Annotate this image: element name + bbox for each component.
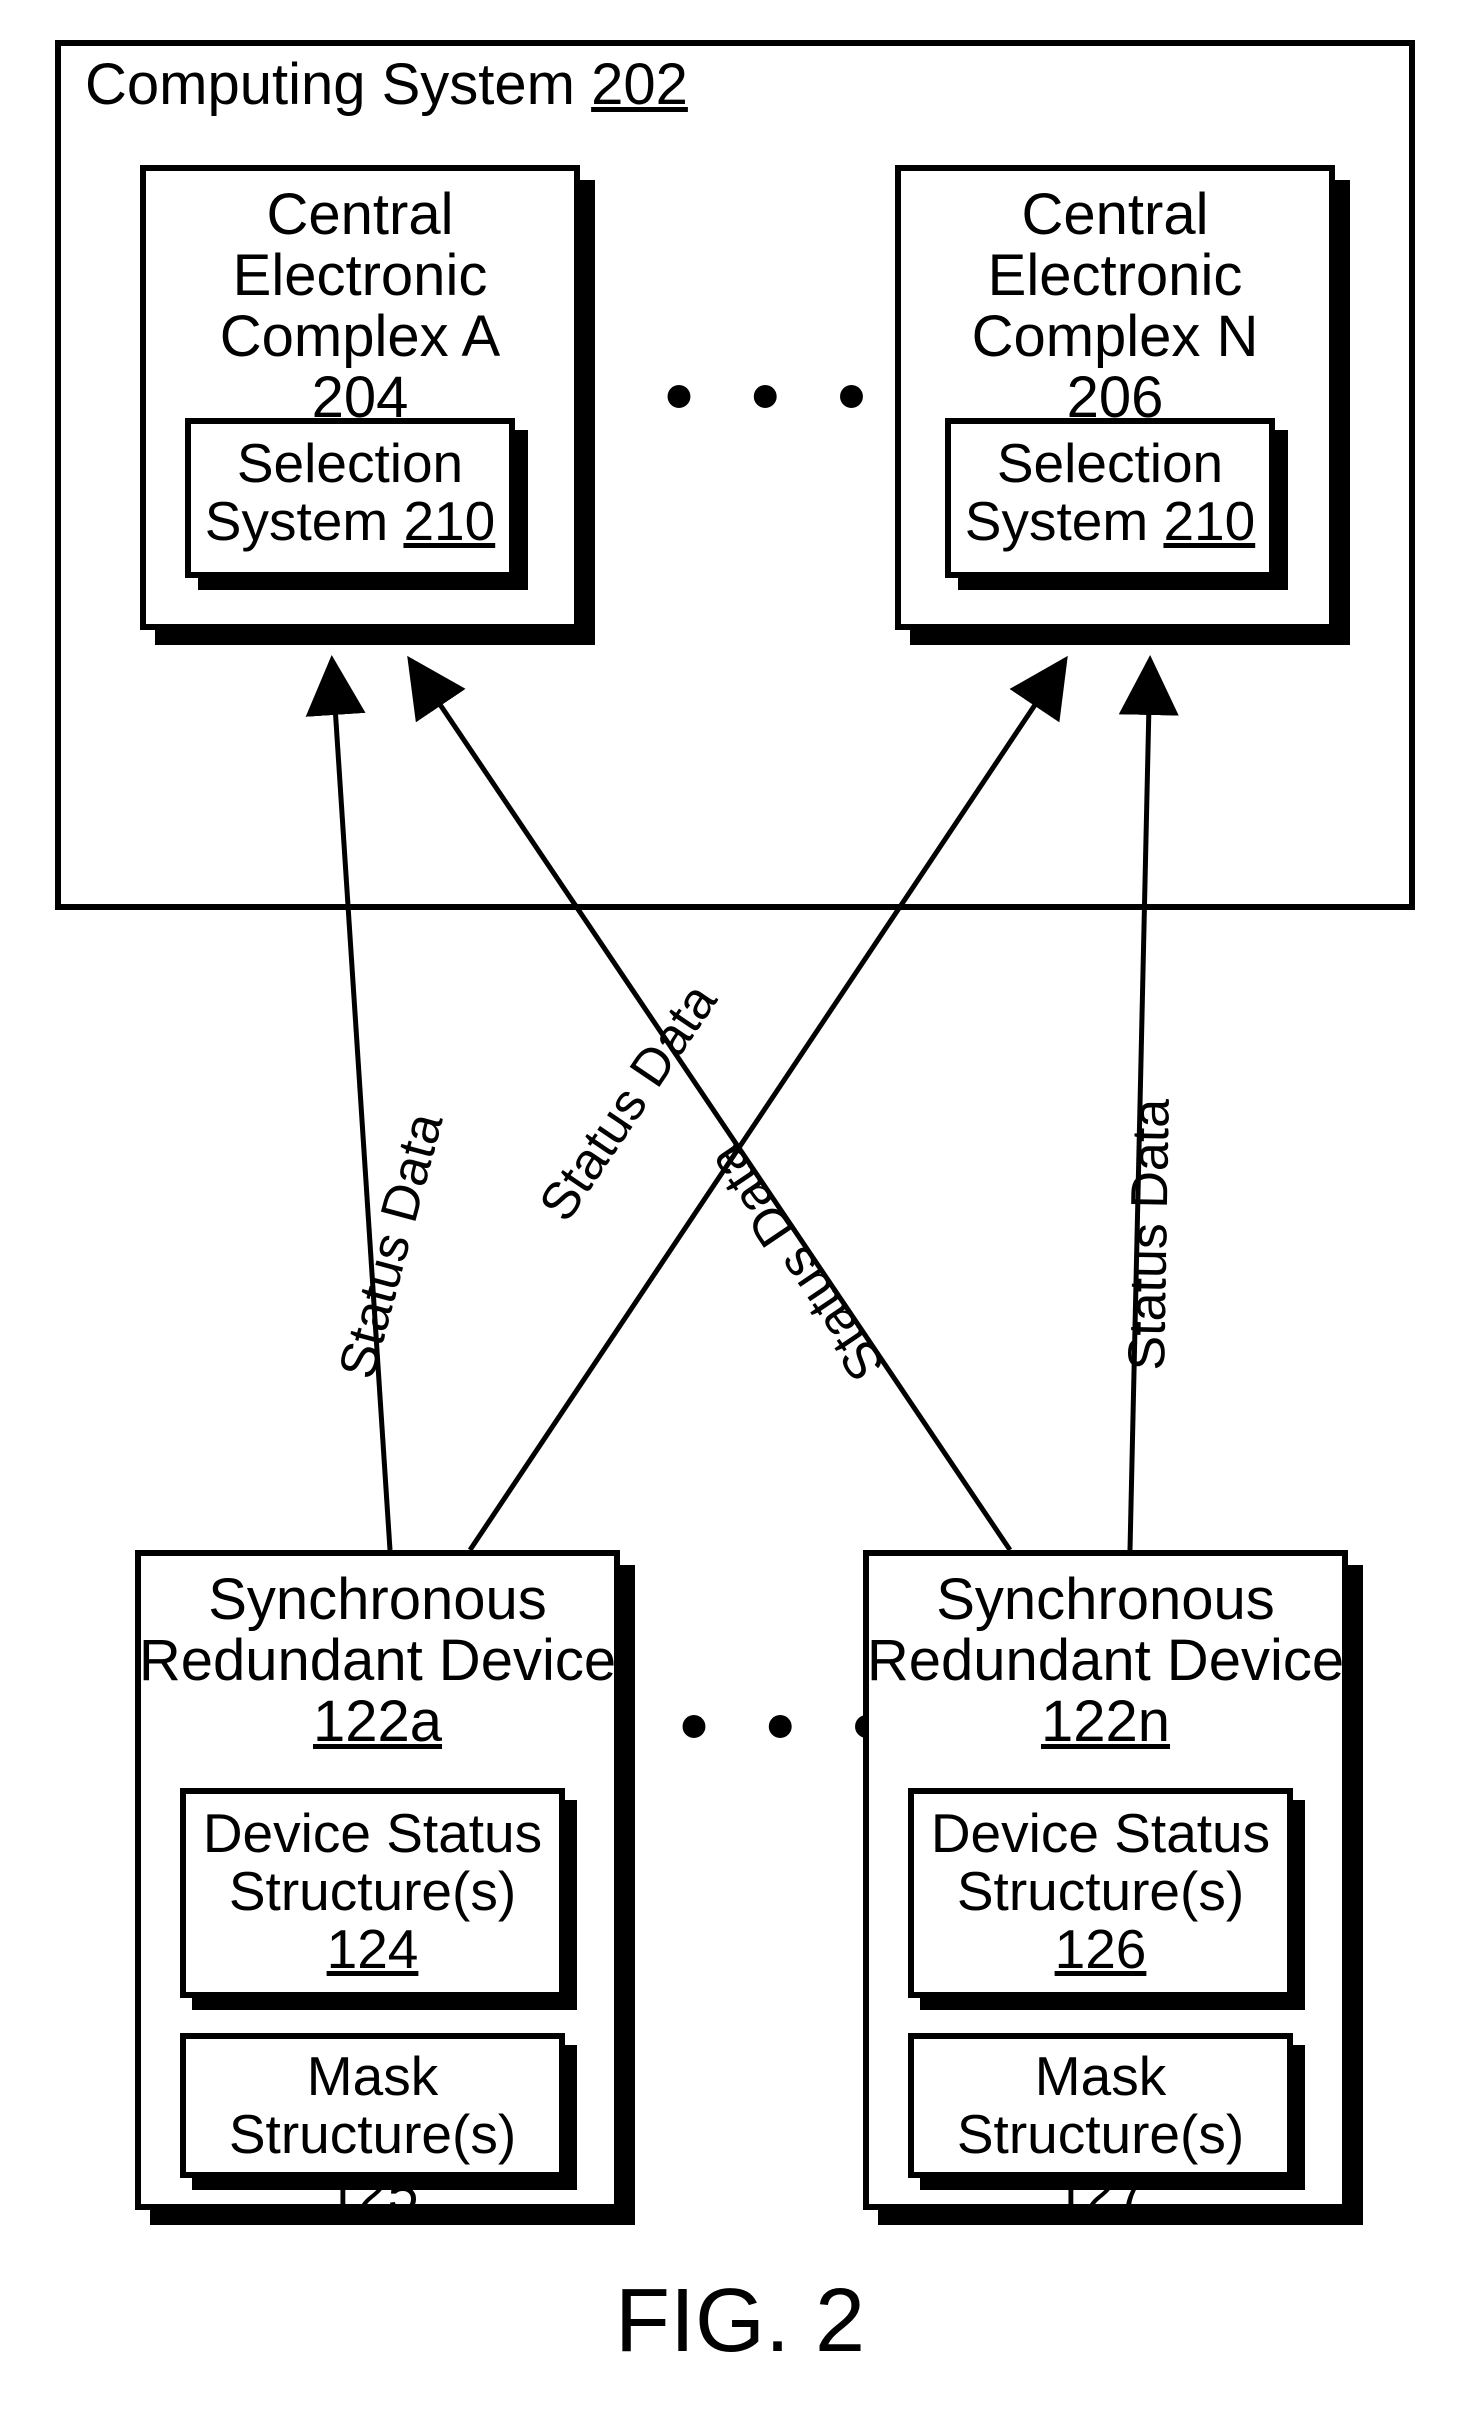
srd-n-line2: Redundant Device (867, 1628, 1344, 1693)
selection-n-line1: Selection (997, 432, 1223, 494)
srd-n-line1: Synchronous (936, 1567, 1275, 1632)
cec-a-label: Central Electronic Complex A 204 (140, 185, 580, 429)
srd-n-ref: 122n (1041, 1689, 1170, 1754)
status-label-2: Status Data (530, 975, 727, 1231)
selection-a-ref: 210 (403, 490, 495, 552)
selection-a-line1: Selection (237, 432, 463, 494)
computing-system-text: Computing System (85, 52, 575, 117)
cec-n-line2: Complex N (972, 304, 1259, 369)
cec-ellipsis: • • • (665, 350, 883, 442)
dss-n-ref: 126 (1055, 1918, 1147, 1980)
dss-a-line2: Structure(s) (229, 1860, 516, 1922)
mask-n-label: Mask Structure(s) 127 (908, 2048, 1293, 2221)
status-label-3: Status Data (698, 1134, 895, 1390)
status-label-1: Status Data (330, 1108, 453, 1385)
selection-a-label: Selection System 210 (185, 435, 515, 551)
mask-a-line1: Mask Structure(s) (229, 2045, 516, 2165)
dss-a-label: Device Status Structure(s) 124 (180, 1805, 565, 1978)
dss-a-ref: 124 (327, 1918, 419, 1980)
selection-n-ref: 210 (1163, 490, 1255, 552)
figure-caption: FIG. 2 (615, 2270, 865, 2373)
srd-a-label: Synchronous Redundant Device 122a (135, 1570, 620, 1753)
mask-a-label: Mask Structure(s) 125 (180, 2048, 565, 2221)
srd-a-line1: Synchronous (208, 1567, 547, 1632)
dss-n-line2: Structure(s) (957, 1860, 1244, 1922)
cec-a-line2: Complex A (220, 304, 500, 369)
selection-n-line2p: System (965, 490, 1148, 552)
cec-a-line1: Central Electronic (233, 182, 488, 308)
computing-system-ref: 202 (591, 52, 688, 117)
cec-n-label: Central Electronic Complex N 206 (895, 185, 1335, 429)
mask-n-line1: Mask Structure(s) (957, 2045, 1244, 2165)
status-label-4: Status Data (1120, 1098, 1179, 1371)
srd-a-line2: Redundant Device (139, 1628, 616, 1693)
srd-a-ref: 122a (313, 1689, 442, 1754)
computing-system-title: Computing System 202 (85, 55, 688, 116)
mask-n-ref: 127 (1055, 2161, 1147, 2223)
dss-n-label: Device Status Structure(s) 126 (908, 1805, 1293, 1978)
cec-n-line1: Central Electronic (988, 182, 1243, 308)
mask-a-ref: 125 (327, 2161, 419, 2223)
selection-n-label: Selection System 210 (945, 435, 1275, 551)
dss-a-line1: Device Status (203, 1802, 542, 1864)
selection-a-line2p: System (205, 490, 388, 552)
srd-n-label: Synchronous Redundant Device 122n (863, 1570, 1348, 1753)
dss-n-line1: Device Status (931, 1802, 1270, 1864)
